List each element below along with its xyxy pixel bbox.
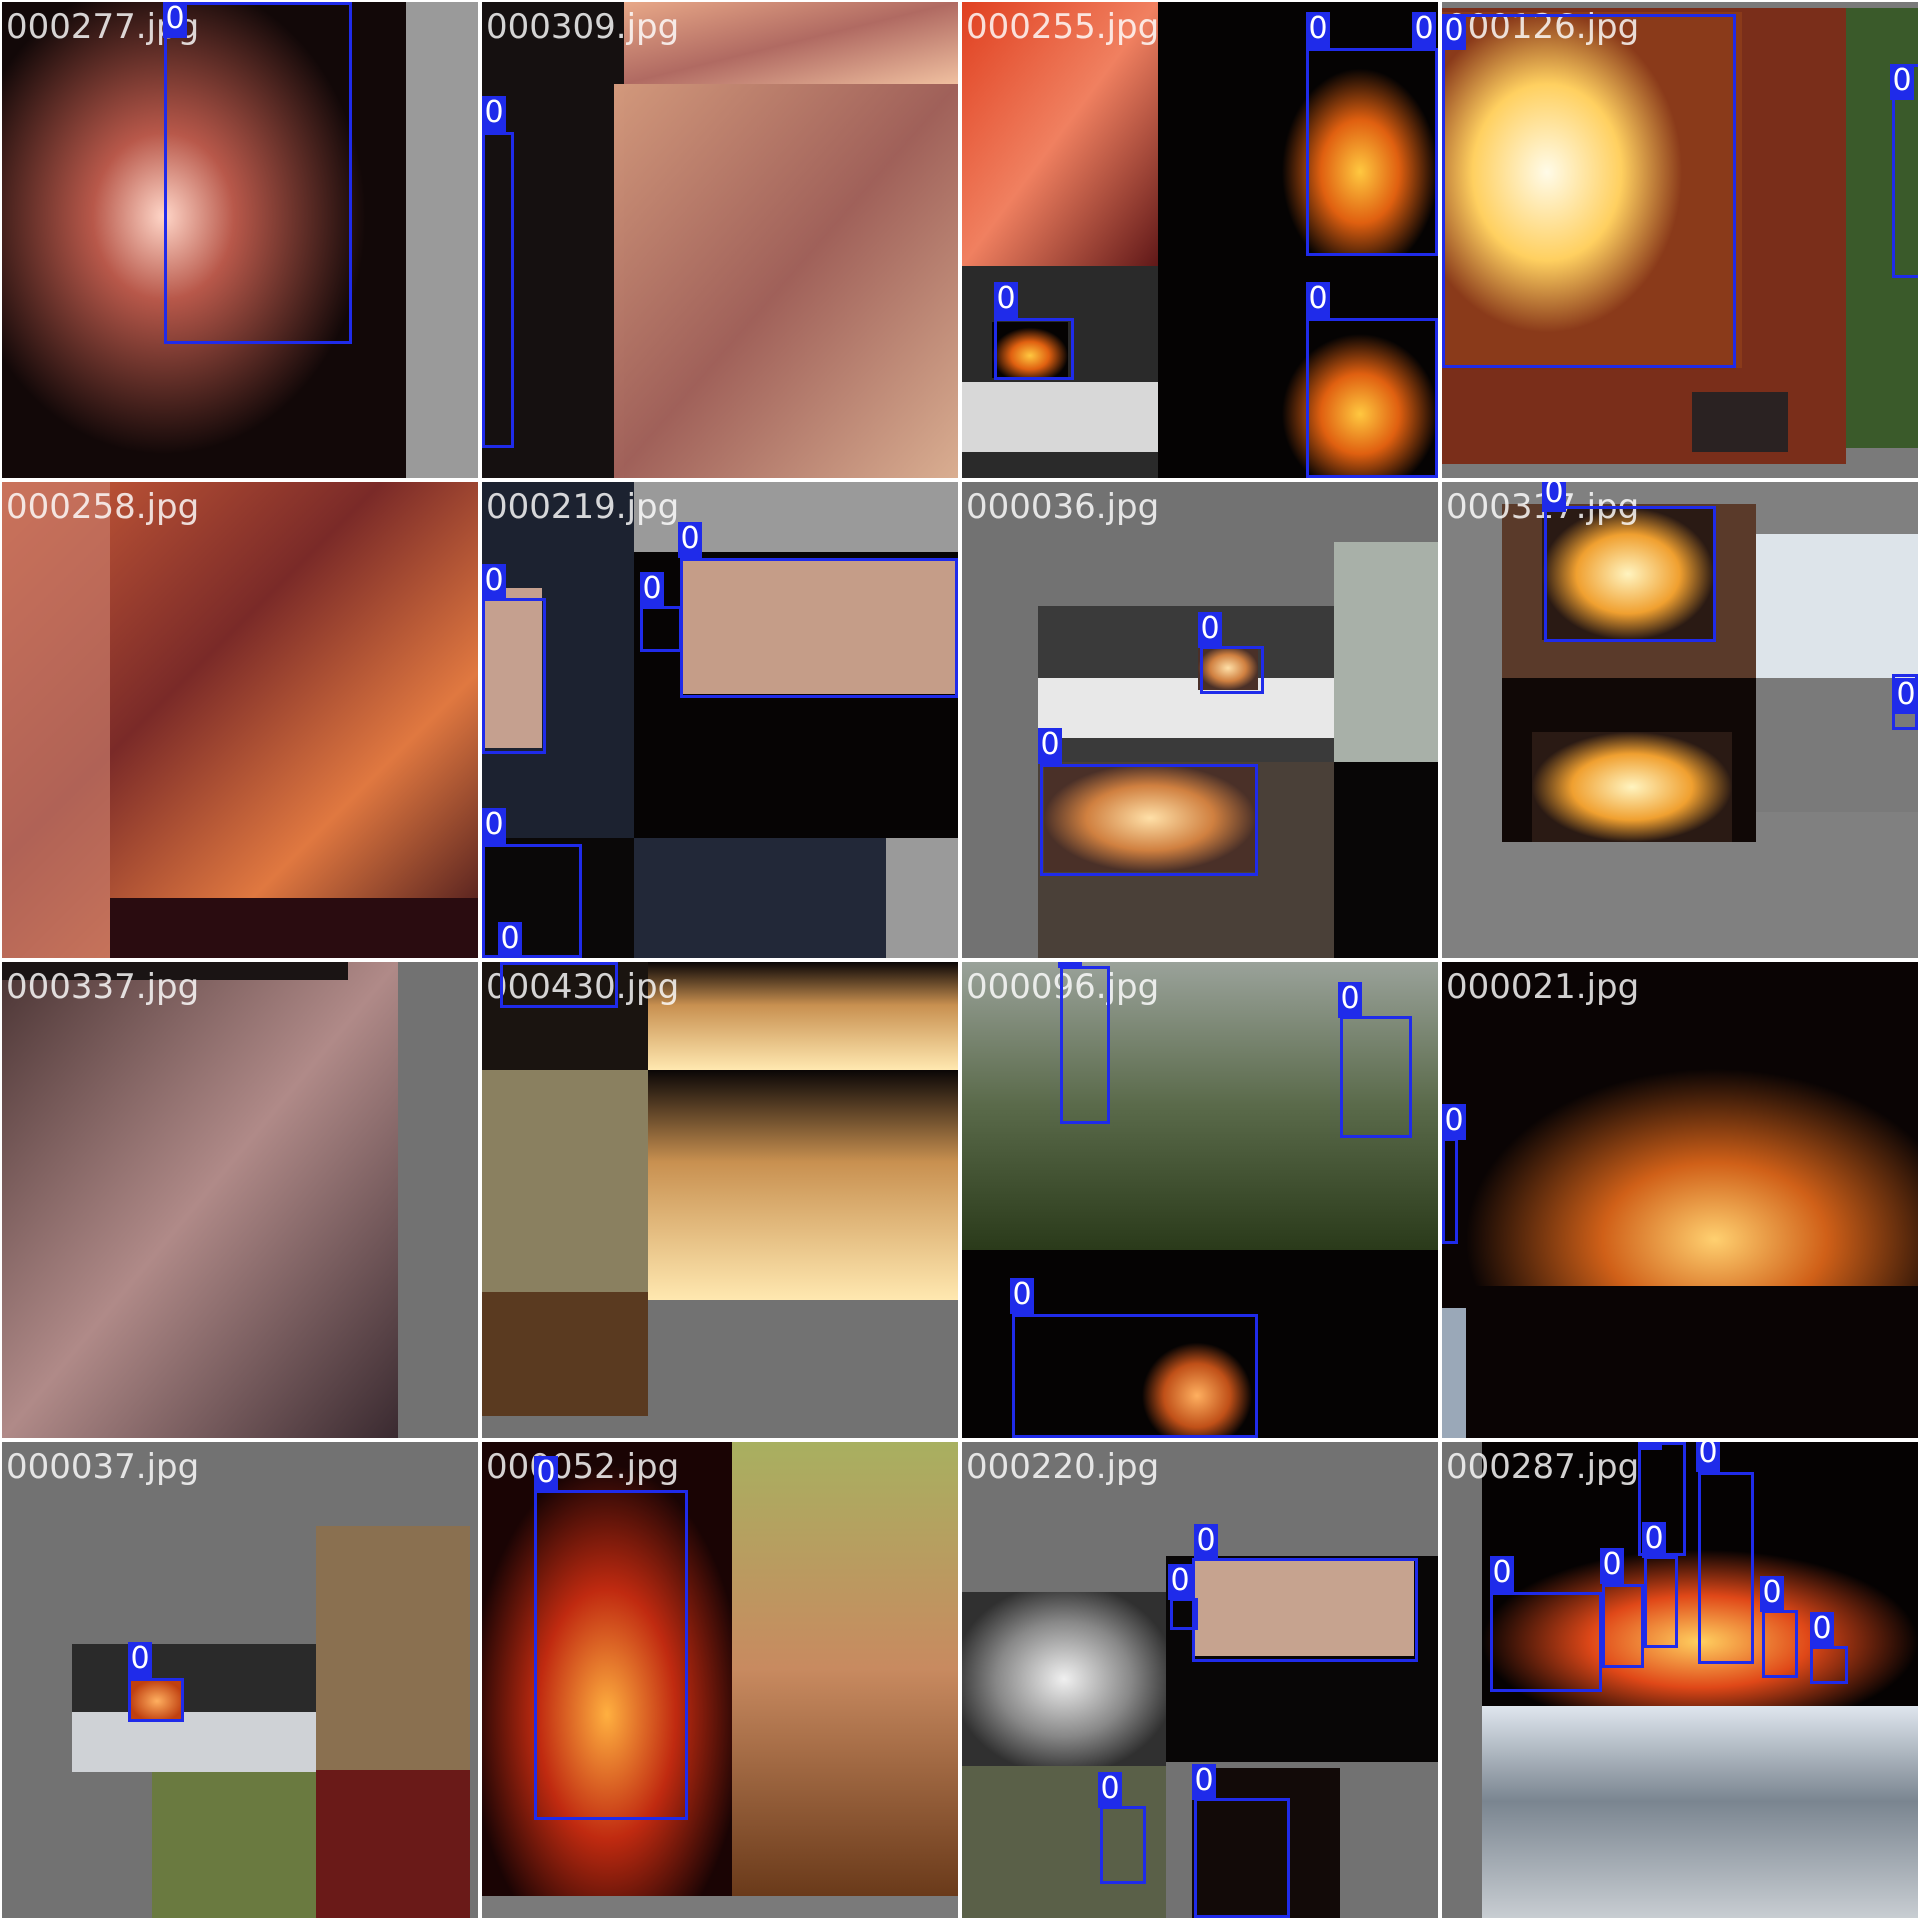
detection-box bbox=[1810, 1646, 1848, 1684]
class-label: 0 bbox=[1442, 1104, 1466, 1140]
class-label: 0 bbox=[1696, 1442, 1720, 1472]
class-label: 0 bbox=[1038, 728, 1062, 764]
mosaic-tile: 000255.jpg 0 0 0 0 bbox=[962, 2, 1438, 478]
mosaic-tile: 000096.jpg 0 0 0 bbox=[962, 962, 1438, 1438]
class-label: 0 bbox=[1442, 14, 1466, 50]
class-label: 0 bbox=[1642, 1522, 1666, 1558]
class-label: 0 bbox=[1168, 1564, 1192, 1600]
class-label: 0 bbox=[1058, 962, 1082, 968]
detection-box bbox=[482, 132, 514, 448]
class-label: 0 bbox=[482, 564, 506, 600]
detection-box bbox=[1192, 1558, 1418, 1662]
class-label: 0 bbox=[1542, 482, 1566, 512]
mosaic-tile: 000126.jpg 0 0 bbox=[1442, 2, 1918, 478]
mosaic-tile: 000036.jpg 0 0 bbox=[962, 482, 1438, 958]
detection-box bbox=[1194, 1798, 1290, 1918]
detection-box bbox=[1698, 1472, 1754, 1664]
class-label: 0 bbox=[128, 1642, 152, 1678]
class-label: 0 bbox=[1638, 1442, 1662, 1450]
mosaic-tile: 000258.jpg bbox=[2, 482, 478, 958]
tile-image bbox=[482, 2, 958, 478]
mosaic-tile: 000219.jpg 0 0 0 0 0 bbox=[482, 482, 958, 958]
detection-box bbox=[994, 318, 1074, 380]
class-label: 0 bbox=[640, 572, 664, 608]
class-label: 0 bbox=[163, 2, 187, 38]
tile-image bbox=[2, 962, 478, 1438]
class-label: 0 bbox=[482, 808, 506, 844]
detection-box bbox=[680, 558, 958, 698]
mosaic-tile: 000021.jpg 0 bbox=[1442, 962, 1918, 1438]
class-label: 0 bbox=[1010, 1278, 1034, 1314]
detection-box bbox=[640, 606, 682, 652]
detection-box bbox=[1060, 966, 1110, 1124]
tile-image bbox=[1442, 962, 1918, 1438]
class-label: 0 bbox=[1490, 1556, 1514, 1592]
class-label: 0 bbox=[498, 922, 522, 958]
class-label: 0 bbox=[1306, 282, 1330, 318]
class-label: 0 bbox=[534, 1456, 558, 1492]
detection-box bbox=[1544, 506, 1716, 642]
mosaic-tile: 000220.jpg 0 0 0 0 bbox=[962, 1442, 1438, 1918]
mosaic-tile: 000430.jpg bbox=[482, 962, 958, 1438]
detection-box bbox=[1762, 1610, 1798, 1678]
detection-box bbox=[1644, 1556, 1678, 1648]
tile-image bbox=[2, 482, 478, 958]
detection-box bbox=[482, 844, 582, 958]
class-label: 0 bbox=[1412, 12, 1436, 48]
mosaic-tile: 000337.jpg bbox=[2, 962, 478, 1438]
class-label: 0 bbox=[1810, 1612, 1834, 1648]
class-label: 0 bbox=[1198, 612, 1222, 648]
detection-box bbox=[1442, 14, 1736, 368]
class-label: 0 bbox=[1194, 1524, 1218, 1560]
detection-box bbox=[1306, 48, 1438, 256]
detection-mosaic: 000277.jpg 0 000309.jpg 0 000255.jpg 0 0… bbox=[0, 0, 1920, 1920]
mosaic-tile: 000277.jpg 0 bbox=[2, 2, 478, 478]
class-label: 0 bbox=[1600, 1548, 1624, 1584]
detection-box bbox=[1442, 1138, 1458, 1244]
detection-box bbox=[1040, 764, 1258, 876]
class-label: 0 bbox=[1894, 678, 1918, 714]
tile-image bbox=[962, 482, 1438, 958]
detection-box bbox=[1602, 1584, 1644, 1668]
detection-box bbox=[1012, 1314, 1258, 1438]
class-label: 0 bbox=[1306, 12, 1330, 48]
class-label: 0 bbox=[678, 522, 702, 558]
class-label: 0 bbox=[1192, 1764, 1216, 1800]
class-label: 0 bbox=[1760, 1576, 1784, 1612]
detection-box bbox=[1490, 1592, 1602, 1692]
class-label: 0 bbox=[1890, 64, 1914, 100]
mosaic-tile: 000037.jpg 0 bbox=[2, 1442, 478, 1918]
detection-box bbox=[164, 2, 352, 344]
mosaic-tile: 000317.jpg 0 0 bbox=[1442, 482, 1918, 958]
detection-box bbox=[500, 962, 618, 1008]
detection-box bbox=[1170, 1598, 1198, 1630]
detection-box bbox=[1340, 1016, 1412, 1138]
mosaic-tile: 000309.jpg 0 bbox=[482, 2, 958, 478]
class-label: 0 bbox=[482, 96, 506, 132]
class-label: 0 bbox=[994, 282, 1018, 318]
detection-box bbox=[1306, 318, 1438, 478]
detection-box bbox=[128, 1678, 184, 1722]
tile-image bbox=[482, 962, 958, 1438]
class-label: 0 bbox=[1338, 982, 1362, 1018]
detection-box bbox=[534, 1490, 688, 1820]
mosaic-tile: 000052.jpg 0 bbox=[482, 1442, 958, 1918]
detection-box bbox=[1200, 646, 1264, 694]
mosaic-tile: 000287.jpg 0 0 0 0 0 0 0 bbox=[1442, 1442, 1918, 1918]
tile-image bbox=[2, 1442, 478, 1918]
detection-box bbox=[1100, 1806, 1146, 1884]
class-label: 0 bbox=[1098, 1772, 1122, 1808]
detection-box bbox=[482, 598, 546, 754]
